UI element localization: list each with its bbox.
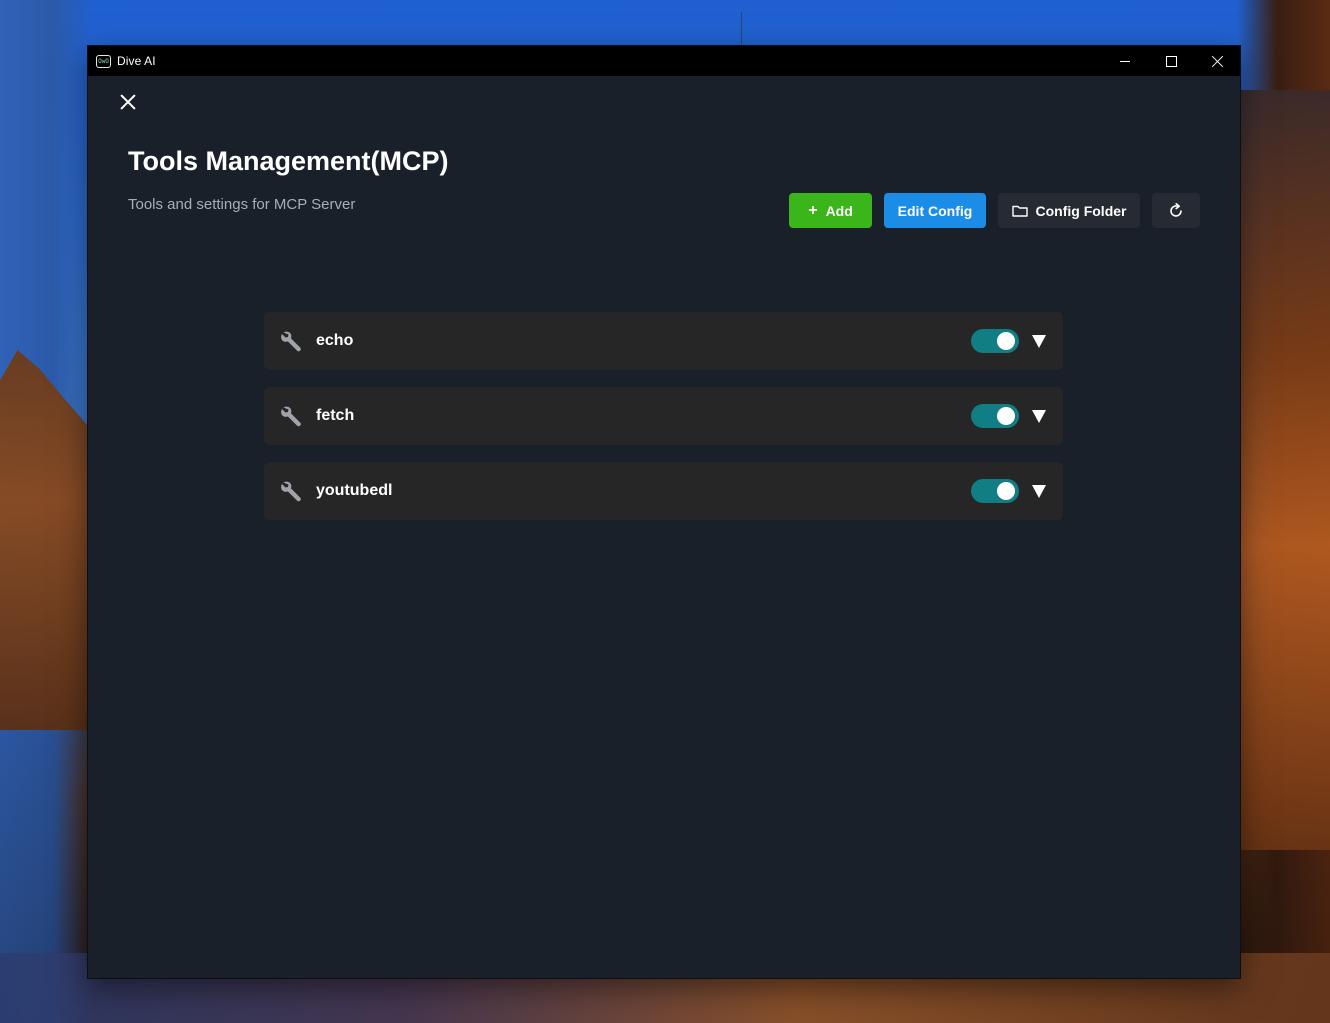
add-button-label: Add (825, 202, 853, 219)
chevron-down-icon[interactable] (1032, 410, 1046, 423)
window-controls (1102, 46, 1240, 76)
page-subtitle: Tools and settings for MCP Server (128, 196, 356, 213)
maximize-icon (1165, 55, 1177, 67)
minimize-button[interactable] (1102, 46, 1148, 76)
desktop-wallpaper-detail (741, 12, 742, 46)
tools-management-panel: Tools Management(MCP) Tools and settings… (88, 76, 1240, 978)
window-close-button[interactable] (1194, 46, 1240, 76)
close-panel-button[interactable] (118, 92, 138, 112)
tool-name: echo (316, 332, 354, 349)
refresh-button[interactable] (1152, 193, 1200, 228)
desktop-wallpaper-building-right (1238, 90, 1330, 850)
toggle-knob (997, 482, 1015, 500)
wrench-icon (281, 481, 301, 502)
config-folder-button[interactable]: Config Folder (998, 193, 1140, 228)
tool-name: fetch (316, 407, 355, 424)
wrench-icon (281, 331, 301, 352)
tool-enabled-toggle[interactable] (971, 329, 1019, 353)
page-title: Tools Management(MCP) (128, 146, 449, 176)
minimize-icon (1120, 60, 1130, 62)
tool-name: youtubedl (316, 482, 393, 499)
tool-row-youtubedl[interactable]: youtubedl (264, 462, 1063, 520)
tool-row-fetch[interactable]: fetch (264, 387, 1063, 445)
desktop-wallpaper-building-left (0, 350, 88, 730)
tool-row-echo[interactable]: echo (264, 312, 1063, 370)
title-bar[interactable]: OwO Dive AI (88, 46, 1240, 76)
plus-icon: + (808, 201, 818, 219)
maximize-button[interactable] (1148, 46, 1194, 76)
wrench-icon (281, 406, 301, 427)
toggle-knob (997, 332, 1015, 350)
tool-list: echo fetch youtubedl (264, 312, 1063, 520)
app-logo-icon: OwO (96, 54, 111, 68)
app-window: OwO Dive AI Tools Management(MCP) Tools … (88, 46, 1240, 978)
chevron-down-icon[interactable] (1032, 485, 1046, 498)
edit-config-label: Edit Config (897, 202, 973, 219)
edit-config-button[interactable]: Edit Config (884, 193, 986, 228)
app-logo-text: OwO (98, 57, 109, 65)
refresh-icon (1170, 202, 1182, 217)
toggle-knob (997, 407, 1015, 425)
close-icon (1212, 56, 1223, 67)
window-title: Dive AI (117, 54, 156, 68)
config-folder-label: Config Folder (1035, 202, 1127, 219)
tool-enabled-toggle[interactable] (971, 479, 1019, 503)
chevron-down-icon[interactable] (1032, 335, 1046, 348)
tool-enabled-toggle[interactable] (971, 404, 1019, 428)
add-button[interactable]: + Add (789, 193, 872, 228)
toolbar: + Add Edit Config Config Folder (789, 193, 1200, 228)
folder-icon (1011, 205, 1028, 217)
